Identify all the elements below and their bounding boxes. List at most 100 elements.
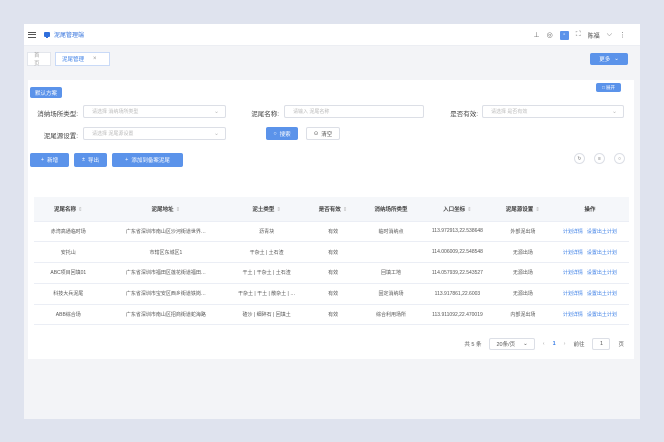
page-number-current[interactable]: 1 [553,341,556,347]
chevron-down-icon: ⌄ [213,131,219,137]
cell-name: 赤湾高通临时场 [34,221,103,243]
col-header-actions: 操作 [550,197,629,222]
goto-page-input[interactable]: 1 [592,338,611,350]
source-placeholder: 请选择 泥尾源设置 [92,131,134,137]
search-button[interactable]: ○ 搜索 [266,127,298,140]
next-page-icon[interactable]: › [564,341,566,347]
more-vertical-icon[interactable]: ⋮ [619,31,626,39]
cell-soil-type: 碴沙 | 细碎石 | 回填土 [229,304,305,326]
col-header-site-type: 消纳场所类型 [362,197,420,222]
app-title: 泥尾管理端 [54,33,85,39]
page-size-select[interactable]: 20条/页 ⌄ [489,338,535,350]
cell-coordinate: 114.057939,22.543527 [419,262,495,284]
column-settings-icon[interactable]: ≡ [594,153,605,164]
plan-detail-link[interactable]: 计划详情 [563,291,583,297]
cell-name: 科技大兵泥尾 [34,283,103,305]
prev-page-icon[interactable]: ‹ [543,341,545,347]
col-header-valid[interactable]: 是否有效 ⇕ [304,197,363,222]
cell-soil-type: 干土 | 干杂土 | 土石渣 [229,262,305,284]
cell-address: 广东省深圳市南山区招商街道蛇海路 [102,304,230,326]
col-header-name[interactable]: 泥尾名称 ⇕ [34,197,103,222]
chevron-down-icon: ⌄ [614,56,619,62]
add-button[interactable]: + 新增 [30,153,69,167]
set-plan-link[interactable]: 设置出土计划 [587,312,617,318]
export-label: 导出 [88,158,100,164]
table-row: 科技大兵泥尾 广东省深圳市宝安区西乡街道铁岗… 干杂土 | 干土 | 散杂土 |… [34,283,629,305]
cell-source: 无源出场 [494,241,551,264]
menu-icon[interactable] [28,31,36,38]
cell-name: 安托山 [34,241,103,264]
fullscreen-icon[interactable]: ⛶ [576,31,581,39]
set-plan-link[interactable]: 设置出土计划 [587,229,617,235]
cell-valid: 有效 [304,304,363,326]
default-scheme-button[interactable]: 默认方案 [30,87,62,98]
eye-icon[interactable]: ◎ [547,31,553,39]
tab-mud-management[interactable]: 泥尾管理 × [55,52,110,66]
expand-button[interactable]: □ 展开 [596,83,621,92]
chevron-down-icon[interactable]: ⌵ [607,31,612,39]
cell-actions: 计划详情 设置出土计划 [550,262,629,284]
cell-coordinate: 113.972913,22.538648 [419,221,495,243]
user-name[interactable]: 陈福 [588,31,600,40]
source-label: 泥尾源设置: [43,133,78,140]
plan-detail-link[interactable]: 计划详情 [563,270,583,276]
plan-detail-link[interactable]: 计划详情 [563,229,583,235]
search-toggle-icon[interactable]: ○ [614,153,625,164]
cell-site-type: 临时消纳点 [362,221,420,243]
cell-valid: 有效 [304,283,363,305]
tab-label: 首页 [34,53,40,67]
cell-name: ABC项目回填01 [34,262,103,284]
header-label: 泥尾地址 [151,206,174,213]
reset-button[interactable]: ⊙ 清空 [306,127,340,140]
app-square-icon[interactable]: ▫ [559,30,569,40]
add-to-standby-button[interactable]: + 添加到备案泥尾 [112,153,183,167]
cell-coordinate: 113.917861,22.6003 [419,283,495,305]
col-header-source[interactable]: 泥尾源设置 ⇕ [494,197,551,222]
refresh-icon[interactable]: ↻ [574,153,585,164]
mud-table: 泥尾名称 ⇕ 泥尾地址 ⇕ 泥土类型 ⇕ 是否有效 ⇕ 消纳场所类型 入口坐标 ⇕ 泥尾源… [34,197,629,326]
mud-name-input[interactable]: 请输入 泥尾名称 [284,105,424,118]
cell-coordinate: 113.911092,22.470019 [419,304,495,326]
sort-icon: ⇕ [535,206,540,213]
search-label: 搜索 [279,131,291,138]
add-to-standby-label: 添加到备案泥尾 [131,158,170,164]
set-plan-link[interactable]: 设置出土计划 [587,250,617,256]
cell-actions: 计划详情 设置出土计划 [550,221,629,243]
upload-icon[interactable]: ⊥ [534,31,540,39]
chevron-down-icon: ⌄ [523,341,528,347]
export-icon: ± [81,157,85,163]
more-button[interactable]: 更多 ⌄ [590,53,628,65]
tab-home[interactable]: 首页 [27,52,51,67]
cell-actions: 计划详情 设置出土计划 [550,304,629,326]
col-header-coordinate[interactable]: 入口坐标 ⇕ [419,197,495,222]
plan-detail-link[interactable]: 计划详情 [563,312,583,318]
header-label: 是否有效 [318,206,341,213]
valid-select[interactable]: 请选择 是否有效 ⌄ [482,105,624,118]
cell-address: 市辖区东城区1 [102,241,230,264]
set-plan-link[interactable]: 设置出土计划 [587,291,617,297]
col-header-soil-type[interactable]: 泥土类型 ⇕ [229,197,305,222]
cell-address: 广东省深圳市宝安区西乡街道铁岗… [102,283,230,305]
monitor-logo-icon [44,32,50,38]
header-label: 消纳场所类型 [374,206,408,213]
close-icon[interactable]: × [93,56,97,62]
cell-soil-type: 干杂土 | 干土 | 散杂土 | … [229,283,305,305]
export-button[interactable]: ± 导出 [74,153,107,167]
main-panel: 默认方案 □ 展开 消纳场所类型: 请选择 消纳场所类型 ⌄ 泥尾名称: 请输入… [28,80,634,359]
sort-icon: ⇕ [78,206,83,213]
header-label: 泥土类型 [252,206,275,213]
set-plan-link[interactable]: 设置出土计划 [587,270,617,276]
source-select[interactable]: 请选择 泥尾源设置 ⌄ [83,127,226,140]
add-label: 新增 [47,158,59,164]
cell-soil-type: 沥青块 [229,221,305,243]
cell-actions: 计划详情 设置出土计划 [550,241,629,264]
cell-source: 内部泥出场 [494,304,551,326]
reset-label: 清空 [321,131,333,138]
goto-label: 前往 [573,342,585,348]
plan-detail-link[interactable]: 计划详情 [563,250,583,256]
cell-coordinate: 114.006009,22.548548 [419,241,495,264]
site-type-select[interactable]: 请选择 消纳场所类型 ⌄ [83,105,226,118]
mud-name-placeholder: 请输入 泥尾名称 [293,109,330,115]
col-header-address[interactable]: 泥尾地址 ⇕ [102,197,230,222]
pagination: 共 5 条 20条/页 ⌄ ‹ 1 › 前往 1 页 [464,338,624,350]
